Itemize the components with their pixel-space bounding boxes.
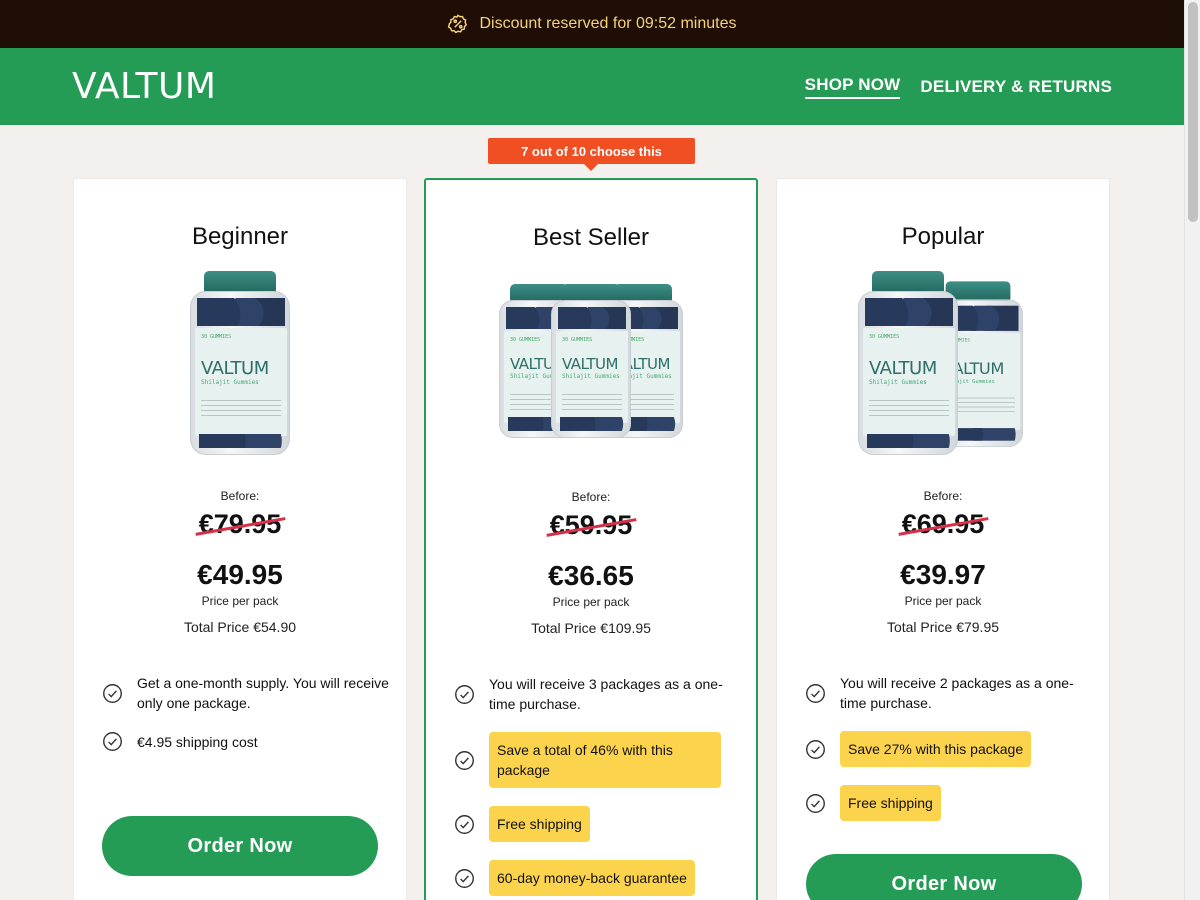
bottle-label-sub: Shilajit Gummies <box>562 373 620 380</box>
feature-item: Save 27% with this package <box>805 731 1095 767</box>
feature-text: You will receive 2 packages as a one-tim… <box>840 675 1074 711</box>
old-price: €79.95 <box>74 509 406 540</box>
check-circle-icon <box>806 683 825 703</box>
plan-card-popular: Popular 30 GUMMIES VALTUM Shilajit Gummies… <box>776 178 1110 900</box>
popularity-ribbon: 7 out of 10 choose this <box>488 138 695 171</box>
feature-item: €4.95 shipping cost <box>102 731 392 752</box>
discount-banner: Discount reserved for 09:52 minutes <box>0 0 1184 48</box>
check-circle-icon <box>103 732 122 751</box>
check-circle-icon <box>806 739 825 759</box>
total-price: Total Price €54.90 <box>183 619 297 635</box>
old-price: €69.95 <box>777 509 1109 540</box>
check-circle-icon <box>806 793 825 813</box>
plan-card-beginner: Beginner 30 GUMMIES VALTUM Shilajit Gummie… <box>73 178 407 900</box>
before-label: Before: <box>923 489 963 503</box>
feature-item: Get a one-month supply. You will receive… <box>102 673 392 713</box>
plan-card-best-seller: Best Seller 30 GUMMIES VALTUM Shilajit Gum… <box>424 178 758 900</box>
product-image: 30 GUMMIES VALTUMShilajit Gummies 30 GUMM… <box>426 266 756 456</box>
feature-item: You will receive 2 packages as a one-tim… <box>805 673 1095 713</box>
old-price-value: €59.95 <box>549 510 633 540</box>
bottle-label-brand: VALTUM <box>201 358 269 379</box>
site-header: VALTUM SHOP NOW DELIVERY & RETURNS <box>0 48 1184 125</box>
check-circle-icon <box>455 750 474 770</box>
bottle-image: 30 GUMMIES VALTUMShilajit Gummies <box>858 271 958 455</box>
feature-highlight: Free shipping <box>840 785 941 821</box>
feature-text: Get a one-month supply. You will receive… <box>137 675 389 711</box>
page-scrollbar[interactable] <box>1184 0 1200 900</box>
total-price: Total Price €109.95 <box>531 620 651 636</box>
feature-text: You will receive 3 packages as a one-tim… <box>489 676 723 712</box>
check-circle-icon <box>455 814 474 834</box>
bottle-image: 30 GUMMIES VALTUMShilajit Gummies <box>551 284 631 438</box>
price-per-pack-label: Price per pack <box>201 594 279 608</box>
nav-shop-now[interactable]: SHOP NOW <box>804 75 901 99</box>
discount-timer-text: Discount reserved for 09:52 minutes <box>479 15 737 32</box>
order-now-button[interactable]: Order Now <box>102 816 378 876</box>
bottle-label-sub: Shilajit Gummies <box>869 379 927 386</box>
feature-highlight: Save 27% with this package <box>840 731 1032 767</box>
feature-item: You will receive 3 packages as a one-tim… <box>454 674 744 714</box>
bottle-label-small: 30 GUMMIES <box>562 337 593 343</box>
feature-highlight: Free shipping <box>489 806 590 842</box>
bottle-label-small: 30 GUMMIES <box>201 334 232 340</box>
feature-list: You will receive 2 packages as a one-tim… <box>805 673 1095 839</box>
bottle-image: 30 GUMMIES VALTUMShilajit Gummies <box>190 271 290 455</box>
feature-highlight: Save a total of 46% with this package <box>489 732 721 788</box>
current-price: €36.65 <box>548 560 634 591</box>
feature-item: Free shipping <box>805 785 1095 821</box>
price-per-pack-label: Price per pack <box>552 595 630 609</box>
feature-text: €4.95 shipping cost <box>137 733 258 750</box>
current-price: €39.97 <box>900 559 986 590</box>
bottle-label-brand: VALTUM <box>562 355 618 373</box>
plan-title: Popular <box>901 223 985 250</box>
product-image: 30 GUMMIES VALTUMShilajit Gummies 30 GUMM… <box>777 265 1109 455</box>
discount-badge-icon <box>448 14 468 34</box>
feature-highlight: 60-day money-back guarantee <box>489 860 695 896</box>
before-label: Before: <box>571 490 611 504</box>
main-nav: SHOP NOW DELIVERY & RETURNS <box>804 75 1112 99</box>
order-now-button[interactable]: Order Now <box>806 854 1082 900</box>
product-image: 30 GUMMIES VALTUM Shilajit Gummies <box>74 265 406 455</box>
old-price-value: €79.95 <box>198 509 282 539</box>
old-price-value: €69.95 <box>901 509 985 539</box>
check-circle-icon <box>455 868 474 888</box>
feature-list: Get a one-month supply. You will receive… <box>102 673 392 770</box>
feature-list: You will receive 3 packages as a one-tim… <box>454 674 744 900</box>
brand-logo[interactable]: VALTUM <box>72 66 216 107</box>
feature-item: Save a total of 46% with this package <box>454 732 744 788</box>
check-circle-icon <box>103 683 122 703</box>
total-price: Total Price €79.95 <box>886 619 1000 635</box>
old-price: €59.95 <box>426 510 756 541</box>
check-circle-icon <box>455 684 474 704</box>
plan-title: Beginner <box>191 223 289 250</box>
plan-title: Best Seller <box>532 224 650 251</box>
before-label: Before: <box>220 489 260 503</box>
price-per-pack-label: Price per pack <box>904 594 982 608</box>
bottle-label-sub: Shilajit Gummies <box>201 379 259 386</box>
bottle-label-brand: VALTUM <box>869 358 937 379</box>
nav-delivery-returns[interactable]: DELIVERY & RETURNS <box>920 77 1112 97</box>
bottle-label-small: 30 GUMMIES <box>869 334 900 340</box>
feature-item: Free shipping <box>454 806 744 842</box>
current-price: €49.95 <box>197 559 283 590</box>
scrollbar-thumb[interactable] <box>1188 2 1198 222</box>
feature-item: 60-day money-back guarantee <box>454 860 744 896</box>
